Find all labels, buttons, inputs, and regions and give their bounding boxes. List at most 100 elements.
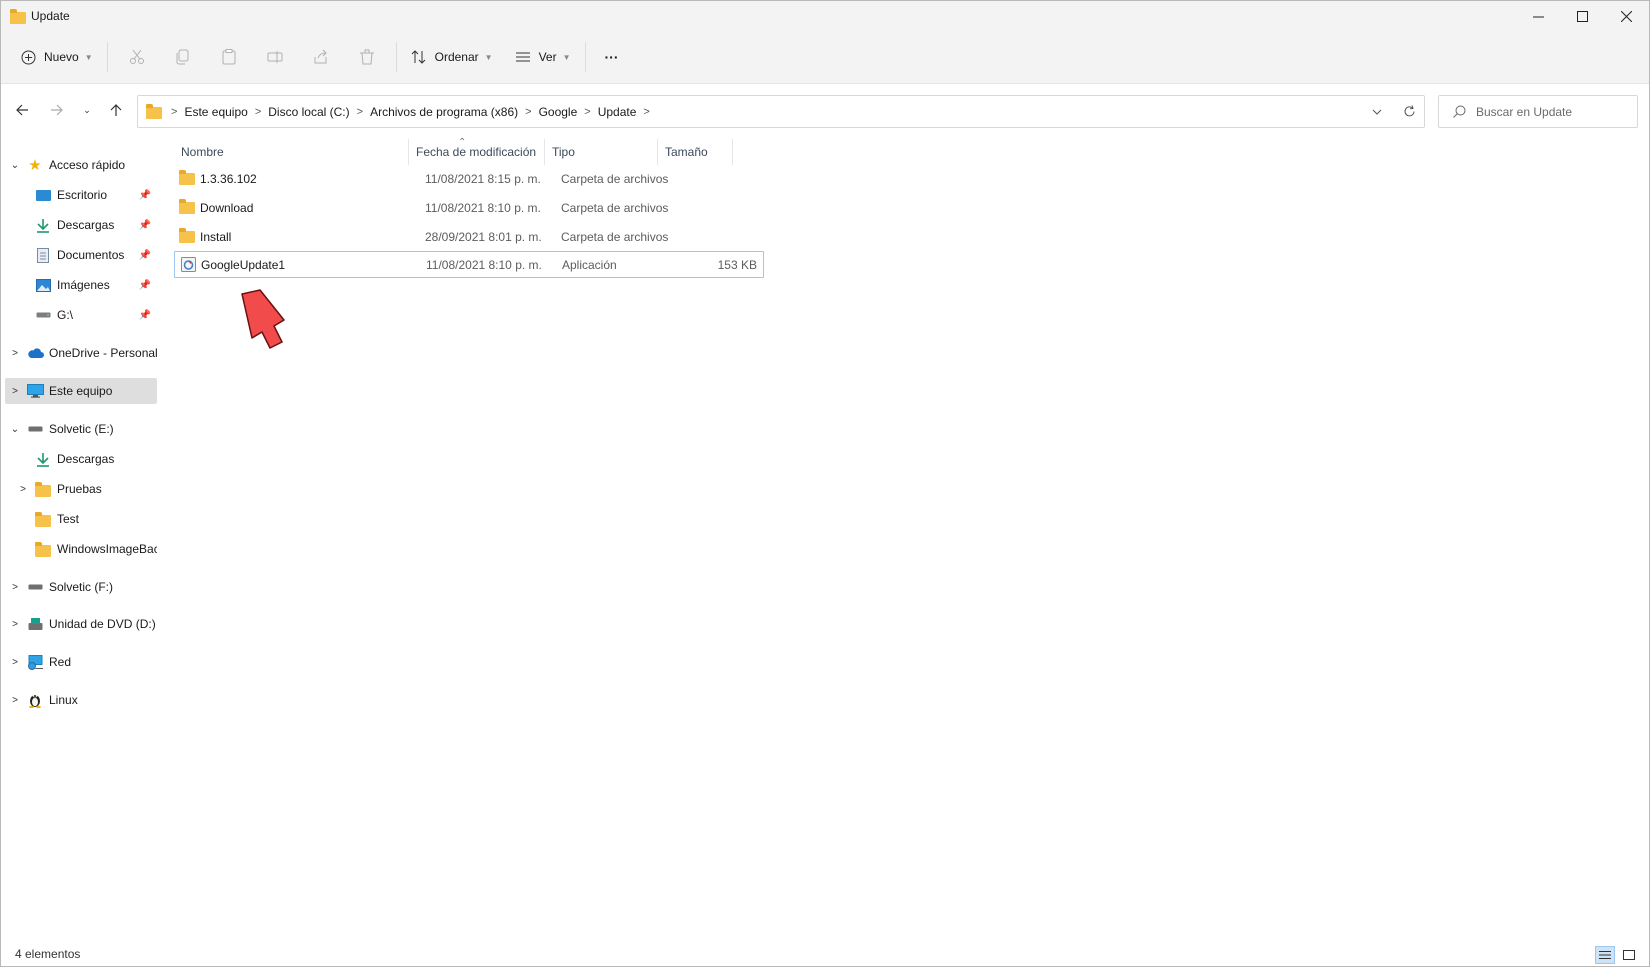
details-view-button[interactable] bbox=[1595, 946, 1615, 964]
minimize-button[interactable] bbox=[1515, 1, 1561, 31]
cut-button[interactable] bbox=[114, 40, 160, 74]
download-icon bbox=[33, 451, 53, 467]
pin-icon[interactable]: 📌 bbox=[139, 280, 151, 291]
paste-button[interactable] bbox=[206, 40, 252, 74]
delete-button[interactable] bbox=[344, 40, 390, 74]
file-row[interactable]: 1.3.36.102 11/08/2021 8:15 p. m. Carpeta… bbox=[174, 165, 764, 193]
column-header-name[interactable]: Nombre bbox=[173, 139, 410, 165]
breadcrumb-separator[interactable]: > bbox=[354, 106, 366, 118]
file-row[interactable]: Download 11/08/2021 8:10 p. m. Carpeta d… bbox=[174, 194, 764, 222]
sidebar-item-label: WindowsImageBackup bbox=[57, 542, 157, 556]
chevron-right-icon[interactable]: > bbox=[5, 348, 25, 359]
folder-icon bbox=[178, 228, 196, 244]
column-header-type[interactable]: Tipo bbox=[544, 139, 657, 165]
breadcrumb-separator[interactable]: > bbox=[252, 106, 264, 118]
rename-button[interactable] bbox=[252, 40, 298, 74]
file-row[interactable]: Install 28/09/2021 8:01 p. m. Carpeta de… bbox=[174, 223, 764, 251]
sidebar-item-solvetic-e[interactable]: ⌄ Solvetic (E:) bbox=[5, 416, 157, 442]
column-header-date[interactable]: Fecha de modificación bbox=[408, 139, 544, 165]
trash-icon bbox=[359, 49, 374, 65]
chevron-down-icon bbox=[1372, 109, 1382, 115]
pin-icon[interactable]: 📌 bbox=[139, 220, 151, 231]
copy-button[interactable] bbox=[160, 40, 206, 74]
sidebar-item-acceso-rapido[interactable]: ⌄ ★ Acceso rápido bbox=[5, 152, 157, 178]
sidebar-item-imagenes[interactable]: Imágenes 📌 bbox=[5, 272, 157, 298]
window-title: Update bbox=[31, 9, 70, 23]
new-button[interactable]: Nuevo ▼ bbox=[13, 40, 101, 74]
recent-locations-button[interactable]: ⌄ bbox=[73, 95, 101, 125]
close-button[interactable] bbox=[1603, 1, 1649, 31]
view-button[interactable]: Ver ▼ bbox=[507, 40, 579, 74]
download-icon bbox=[33, 217, 53, 233]
refresh-button[interactable] bbox=[1394, 96, 1424, 127]
pin-icon[interactable]: 📌 bbox=[139, 310, 151, 321]
sidebar-item-escritorio[interactable]: Escritorio 📌 bbox=[5, 182, 157, 208]
sidebar-item-pruebas[interactable]: > Pruebas bbox=[5, 476, 157, 502]
column-divider[interactable] bbox=[732, 139, 733, 165]
sort-button[interactable]: Ordenar ▼ bbox=[403, 40, 501, 74]
breadcrumb-este-equipo[interactable]: Este equipo bbox=[180, 105, 251, 119]
breadcrumb-update[interactable]: Update bbox=[594, 105, 641, 119]
sidebar-item-documentos[interactable]: Documentos 📌 bbox=[5, 242, 157, 268]
chevron-right-icon[interactable]: > bbox=[5, 619, 25, 630]
sidebar-item-windowsimagebackup[interactable]: WindowsImageBackup bbox=[5, 536, 157, 562]
breadcrumb-separator[interactable]: > bbox=[640, 106, 652, 118]
chevron-right-icon[interactable]: > bbox=[5, 657, 25, 668]
navigation-pane: ⌄ ★ Acceso rápido Escritorio 📌 Descargas… bbox=[1, 139, 161, 939]
address-history-button[interactable] bbox=[1362, 96, 1392, 127]
sidebar-item-dvd-d[interactable]: > Unidad de DVD (D:) bbox=[5, 611, 157, 637]
pin-icon[interactable]: 📌 bbox=[139, 250, 151, 261]
file-type: Aplicación bbox=[562, 257, 617, 272]
sidebar-item-descargas-e[interactable]: Descargas bbox=[5, 446, 157, 472]
star-icon: ★ bbox=[28, 157, 42, 174]
sidebar-item-g-drive[interactable]: G:\ 📌 bbox=[5, 302, 157, 328]
breadcrumb-archivos-de-programa[interactable]: Archivos de programa (x86) bbox=[366, 105, 522, 119]
share-button[interactable] bbox=[298, 40, 344, 74]
sidebar-item-label: Linux bbox=[49, 693, 78, 707]
tiles-view-button[interactable] bbox=[1619, 946, 1639, 964]
breadcrumb-separator[interactable]: > bbox=[581, 106, 593, 118]
breadcrumb-disco-local[interactable]: Disco local (C:) bbox=[264, 105, 353, 119]
file-row[interactable]: GoogleUpdate1 11/08/2021 8:10 p. m. Apli… bbox=[174, 251, 764, 278]
pin-icon[interactable]: 📌 bbox=[139, 190, 151, 201]
arrow-up-icon bbox=[110, 104, 122, 116]
chevron-right-icon[interactable]: > bbox=[5, 582, 25, 593]
chevron-right-icon[interactable]: > bbox=[5, 695, 25, 706]
copy-icon bbox=[176, 49, 189, 65]
file-date: 28/09/2021 8:01 p. m. bbox=[425, 230, 542, 244]
breadcrumb-separator[interactable]: > bbox=[522, 106, 534, 118]
sidebar-item-onedrive[interactable]: > OneDrive - Personal bbox=[5, 340, 157, 366]
sidebar-item-test[interactable]: Test bbox=[5, 506, 157, 532]
document-icon bbox=[33, 247, 53, 263]
more-options-button[interactable]: ··· bbox=[592, 40, 632, 74]
column-header-size[interactable]: Tamaño bbox=[657, 139, 732, 165]
column-header-label: Fecha de modificación bbox=[416, 145, 537, 159]
chevron-expanded-icon[interactable]: ⌄ bbox=[5, 160, 25, 171]
up-button[interactable] bbox=[102, 95, 130, 125]
sidebar-item-label: Descargas bbox=[57, 218, 115, 232]
file-size: 153 KB bbox=[717, 257, 757, 272]
new-button-label: Nuevo bbox=[44, 50, 79, 64]
chevron-right-icon[interactable]: > bbox=[5, 386, 25, 397]
clipboard-icon bbox=[222, 49, 236, 65]
sidebar-item-label: Solvetic (E:) bbox=[49, 422, 114, 436]
sidebar-item-red[interactable]: > Red bbox=[5, 649, 157, 675]
address-bar[interactable]: > Este equipo > Disco local (C:) > Archi… bbox=[137, 95, 1425, 128]
sidebar-item-label: Unidad de DVD (D:) bbox=[49, 617, 156, 631]
chevron-expanded-icon[interactable]: ⌄ bbox=[5, 424, 25, 435]
sidebar-item-solvetic-f[interactable]: > Solvetic (F:) bbox=[5, 574, 157, 600]
sidebar-item-este-equipo[interactable]: > Este equipo bbox=[5, 378, 157, 404]
sidebar-item-linux[interactable]: > Linux bbox=[5, 687, 157, 713]
back-button[interactable] bbox=[8, 95, 36, 125]
breadcrumb-google[interactable]: Google bbox=[535, 105, 582, 119]
status-bar: 4 elementos bbox=[1, 942, 1649, 966]
search-box[interactable]: Buscar en Update bbox=[1438, 95, 1638, 128]
chevron-right-icon[interactable]: > bbox=[13, 484, 33, 495]
file-type: Carpeta de archivos bbox=[561, 230, 669, 244]
sort-icon bbox=[411, 50, 425, 64]
red-arrow-annotation-icon bbox=[241, 289, 285, 349]
maximize-button[interactable] bbox=[1559, 1, 1605, 31]
forward-button[interactable] bbox=[43, 95, 71, 125]
sidebar-item-descargas[interactable]: Descargas 📌 bbox=[5, 212, 157, 238]
breadcrumb-separator[interactable]: > bbox=[168, 106, 180, 118]
